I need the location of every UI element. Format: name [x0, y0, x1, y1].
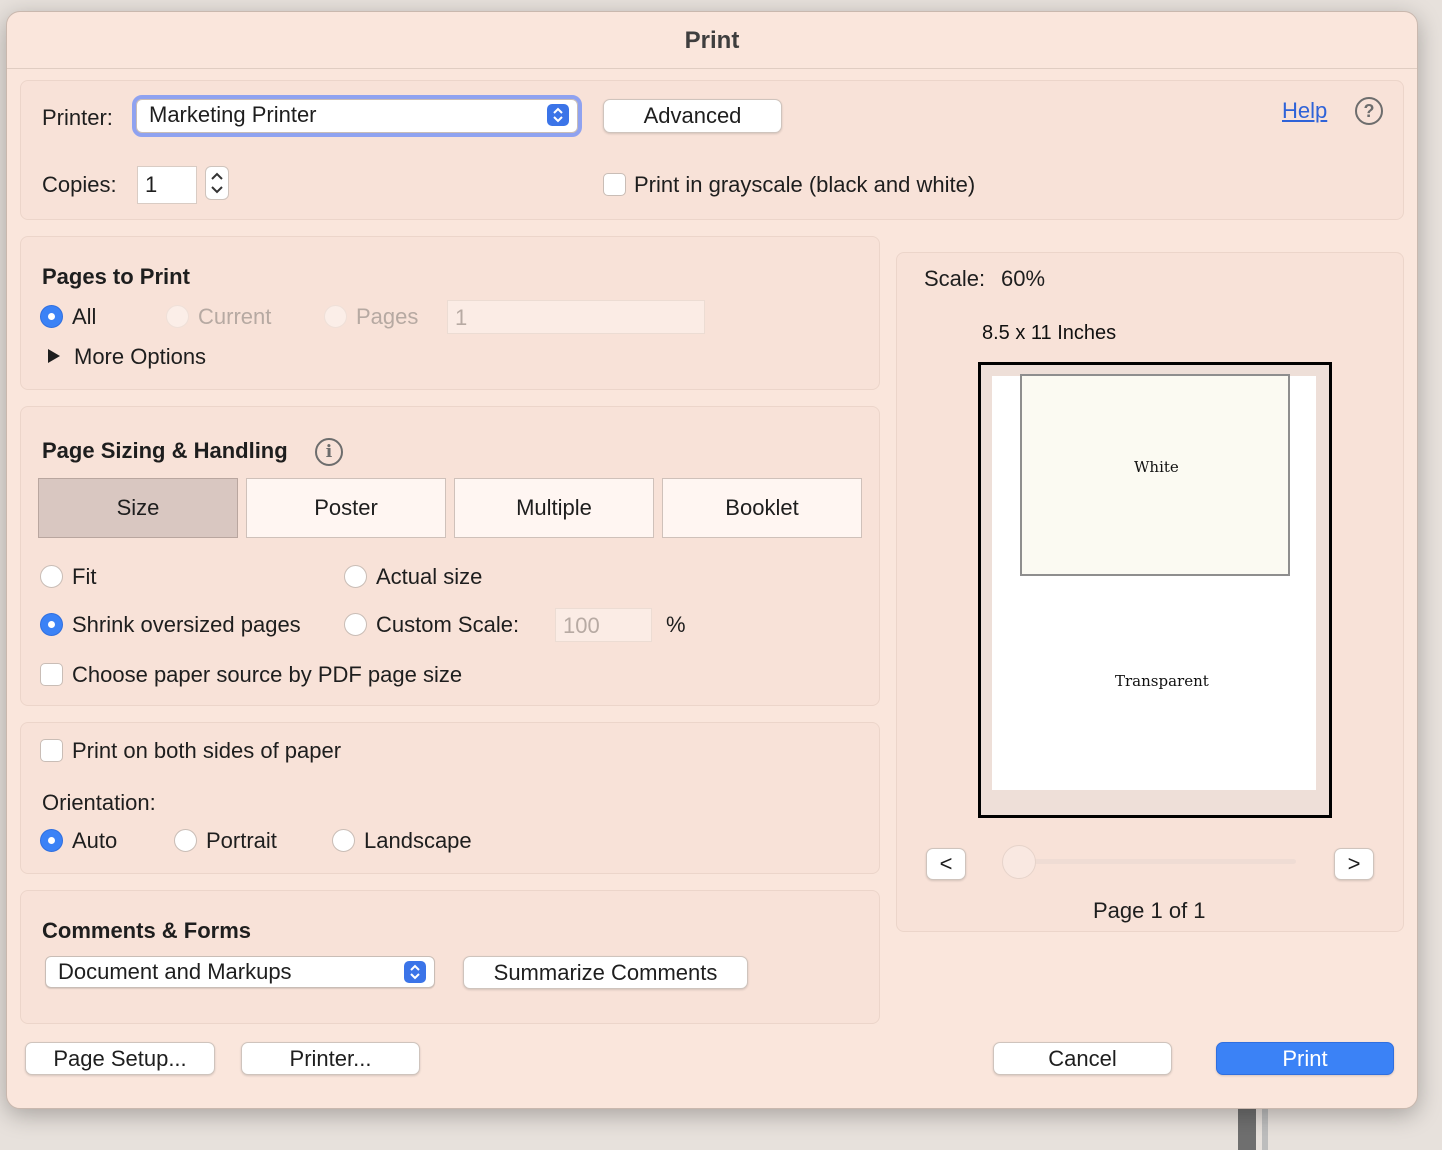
- tab-poster[interactable]: Poster: [246, 478, 446, 538]
- pages-current-label: Current: [198, 304, 272, 329]
- custom-scale-radio[interactable]: [344, 613, 367, 636]
- orientation-landscape-label: Landscape: [364, 828, 472, 853]
- custom-scale-label: Custom Scale:: [376, 612, 520, 637]
- orientation-landscape-radio[interactable]: [332, 829, 355, 852]
- paper-size-label: 8.5 x 11 Inches: [982, 322, 1117, 344]
- pages-current-radio: [166, 305, 189, 328]
- grayscale-label: Print in grayscale (black and white): [634, 172, 976, 197]
- updown-arrows-icon: [404, 961, 426, 983]
- pages-all-label: All: [72, 304, 97, 329]
- scale-label: Scale:: [924, 266, 986, 291]
- both-sides-label: Print on both sides of paper: [72, 738, 342, 763]
- tab-multiple[interactable]: Multiple: [454, 478, 654, 538]
- preview-white-text: White: [1134, 458, 1179, 476]
- orientation-auto-radio[interactable]: [40, 829, 63, 852]
- summarize-comments-button[interactable]: Summarize Comments: [463, 956, 748, 989]
- paper-source-label: Choose paper source by PDF page size: [72, 662, 463, 687]
- dialog-title: Print: [7, 12, 1417, 69]
- orientation-portrait-label: Portrait: [206, 828, 277, 853]
- actual-size-label: Actual size: [376, 564, 483, 589]
- pages-range-radio: [324, 305, 347, 328]
- next-page-button[interactable]: >: [1334, 848, 1374, 880]
- tab-size[interactable]: Size: [38, 478, 238, 538]
- advanced-button[interactable]: Advanced: [603, 99, 782, 133]
- preview-transparent-text: Transparent: [1115, 672, 1209, 690]
- page-setup-button[interactable]: Page Setup...: [25, 1042, 215, 1075]
- orientation-auto-label: Auto: [72, 828, 118, 853]
- printer-button[interactable]: Printer...: [241, 1042, 420, 1075]
- info-icon[interactable]: i: [315, 438, 343, 466]
- scale-value: 60%: [1001, 266, 1046, 291]
- shrink-oversized-radio[interactable]: [40, 613, 63, 636]
- copies-stepper[interactable]: [205, 166, 229, 200]
- fit-label: Fit: [72, 564, 97, 589]
- disclosure-triangle-icon[interactable]: [47, 348, 61, 369]
- page-slider-track[interactable]: [1018, 859, 1296, 864]
- more-options-link[interactable]: More Options: [74, 344, 206, 370]
- pages-range-label: Pages: [356, 304, 419, 329]
- orientation-label: Orientation:: [42, 790, 156, 815]
- copies-input[interactable]: 1: [137, 166, 197, 204]
- comments-forms-select-value: Document and Markups: [58, 959, 292, 984]
- printer-select-value: Marketing Printer: [149, 102, 317, 127]
- printer-select[interactable]: Marketing Printer: [132, 95, 582, 137]
- page-indicator: Page 1 of 1: [1093, 898, 1206, 923]
- orientation-portrait-radio[interactable]: [174, 829, 197, 852]
- stepper-arrows-icon: [211, 172, 223, 194]
- fit-radio[interactable]: [40, 565, 63, 588]
- copies-label: Copies:: [42, 172, 117, 197]
- help-link[interactable]: Help: [1282, 98, 1327, 124]
- grayscale-checkbox[interactable]: [603, 173, 626, 196]
- updown-arrows-icon: [547, 104, 569, 126]
- print-button[interactable]: Print: [1216, 1042, 1394, 1075]
- actual-size-radio[interactable]: [344, 565, 367, 588]
- prev-page-button[interactable]: <: [926, 848, 966, 880]
- pages-range-input: 1: [447, 300, 705, 334]
- cancel-button[interactable]: Cancel: [993, 1042, 1172, 1075]
- printer-label: Printer:: [42, 105, 113, 130]
- help-icon[interactable]: ?: [1355, 97, 1383, 125]
- pages-to-print-title: Pages to Print: [42, 264, 190, 289]
- shrink-oversized-label: Shrink oversized pages: [72, 612, 301, 637]
- page-sizing-title: Page Sizing & Handling: [42, 438, 288, 463]
- paper-source-checkbox[interactable]: [40, 663, 63, 686]
- both-sides-checkbox[interactable]: [40, 739, 63, 762]
- pages-all-radio[interactable]: [40, 305, 63, 328]
- custom-scale-input: 100: [555, 608, 652, 642]
- tab-booklet[interactable]: Booklet: [662, 478, 862, 538]
- comments-forms-title: Comments & Forms: [42, 918, 252, 943]
- comments-forms-select[interactable]: Document and Markups: [45, 956, 435, 988]
- page-slider-thumb[interactable]: [1002, 845, 1036, 879]
- percent-label: %: [666, 612, 686, 637]
